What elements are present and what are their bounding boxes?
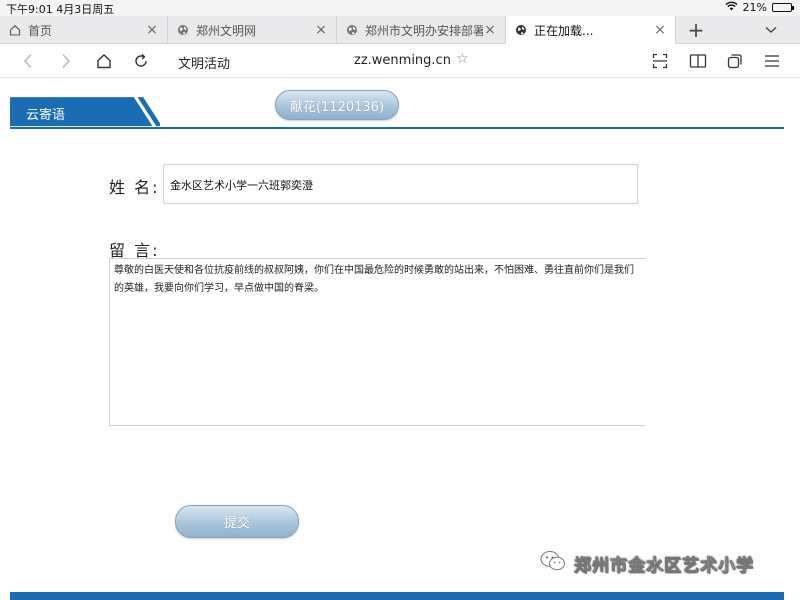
tab-title: 郑州市文明办安排部署: [365, 23, 483, 38]
reader-icon[interactable]: [688, 51, 708, 71]
flower-button[interactable]: 献花(1120136): [275, 90, 399, 120]
close-icon[interactable]: ×: [145, 22, 159, 38]
tab-title: 正在加载...: [534, 23, 594, 38]
home-icon[interactable]: [94, 51, 114, 71]
close-icon[interactable]: ×: [653, 22, 667, 38]
battery-icon: [772, 3, 794, 12]
header-divider: [10, 127, 784, 129]
watermark: 郑州市金水区艺术小学: [540, 550, 754, 576]
globe-icon: [345, 23, 359, 37]
message-textarea[interactable]: 尊敬的白医天使和各位抗疫前线的叔叔阿姨，你们在中国最危险的时候勇敢的站出来，不怕…: [109, 258, 645, 426]
address-bar-url[interactable]: zz.wenming.cn: [354, 53, 451, 68]
tab-home[interactable]: 首页 ×: [0, 16, 168, 44]
tab-wenmingban[interactable]: 郑州市文明办安排部署 ×: [337, 16, 506, 44]
forward-button[interactable]: [56, 51, 76, 71]
page-title: 文明活动: [178, 57, 231, 72]
status-bar: 下午9:01 4月3日周五 21%: [0, 0, 800, 16]
tab-title: 首页: [28, 23, 53, 38]
footer-band: [10, 592, 784, 600]
name-input[interactable]: 金水区艺术小学一六班郭奕澄: [163, 164, 638, 204]
tabs-overview-icon[interactable]: [725, 51, 745, 71]
star-icon[interactable]: ☆: [456, 51, 472, 69]
name-label: 姓 名:: [109, 178, 160, 197]
tab-title: 郑州文明网: [196, 23, 257, 38]
status-right: 21%: [725, 1, 794, 14]
tab-bar: 首页 × 郑州文明网 × 郑州市文明办安排部署 × 正在加载... × +: [0, 16, 800, 44]
menu-icon[interactable]: [762, 51, 782, 71]
close-icon[interactable]: ×: [483, 22, 497, 38]
tab-loading[interactable]: 正在加载... ×: [506, 16, 676, 44]
battery-percent: 21%: [742, 1, 767, 14]
wifi-icon: [725, 1, 738, 14]
browser-toolbar: 文明活动 zz.wenming.cn ☆: [0, 44, 800, 78]
status-time-date: 下午9:01 4月3日周五: [6, 3, 115, 16]
watermark-text: 郑州市金水区艺术小学: [574, 555, 754, 576]
scan-icon[interactable]: [650, 51, 670, 71]
wechat-logo-icon: [540, 550, 566, 576]
back-button[interactable]: [18, 51, 38, 71]
section-tab-label: 云寄语: [26, 108, 66, 123]
globe-icon: [514, 23, 528, 37]
submit-button[interactable]: 提交: [175, 505, 299, 538]
globe-icon: [176, 23, 190, 37]
home-icon: [8, 23, 22, 37]
chevron-down-icon[interactable]: [756, 16, 786, 44]
new-tab-button[interactable]: +: [676, 16, 716, 44]
close-icon[interactable]: ×: [314, 22, 328, 38]
tab-zhengzhou-wenming[interactable]: 郑州文明网 ×: [168, 16, 337, 44]
reload-icon[interactable]: [131, 51, 151, 71]
